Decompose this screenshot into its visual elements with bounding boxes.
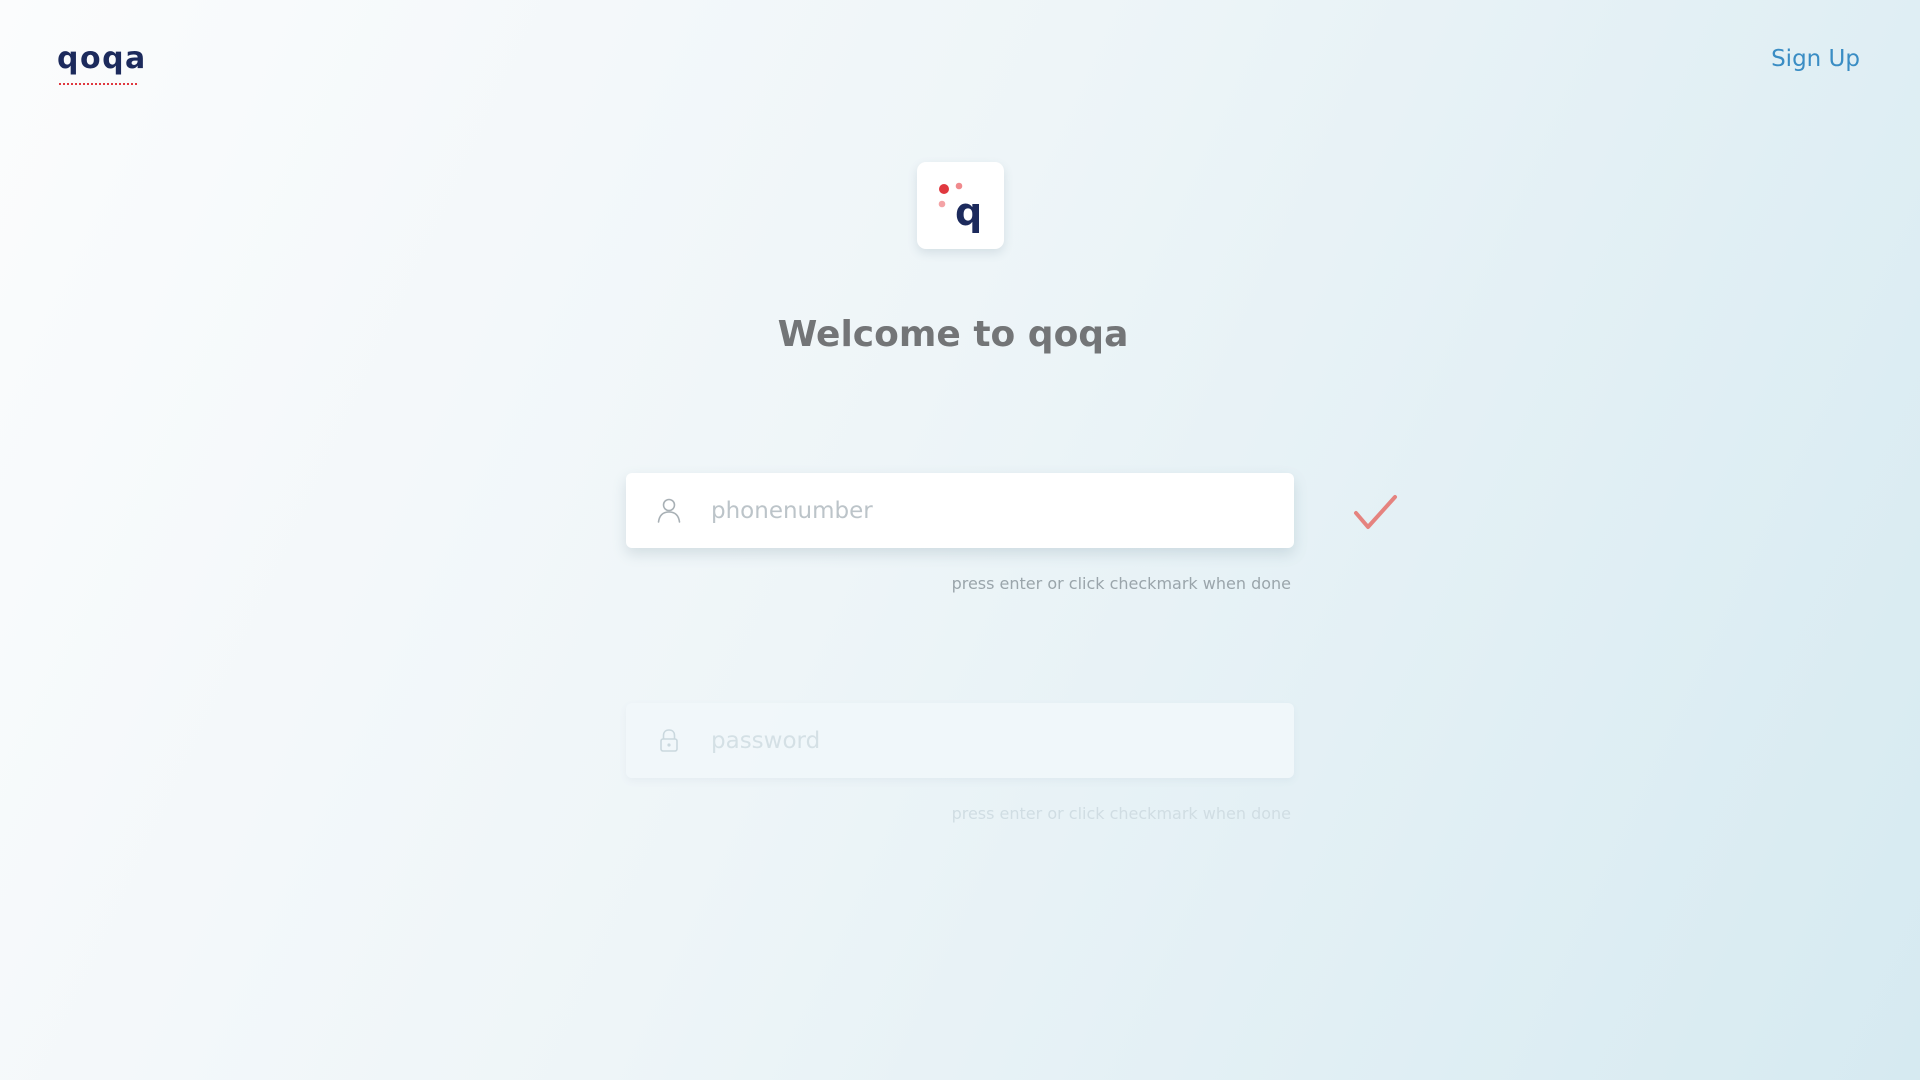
brand-underline — [59, 83, 137, 85]
app-logo-card: q — [917, 162, 1004, 249]
phone-hint: press enter or click checkmark when done — [951, 574, 1291, 593]
password-hint: press enter or click checkmark when done — [951, 804, 1291, 823]
brand-logo-text[interactable]: qoqa — [57, 40, 147, 78]
signup-link[interactable]: Sign Up — [1771, 44, 1860, 74]
checkmark-icon[interactable] — [1350, 490, 1400, 534]
password-field[interactable] — [626, 703, 1294, 778]
phonenumber-input[interactable] — [711, 473, 1271, 548]
user-icon — [657, 498, 681, 523]
lock-icon — [660, 729, 678, 752]
logo-letter: q — [955, 190, 982, 234]
page-title: Welcome to qoqa — [777, 314, 1129, 355]
qoqa-logo-icon: q — [938, 182, 982, 234]
password-input[interactable] — [711, 703, 1271, 778]
phone-field[interactable] — [626, 473, 1294, 548]
